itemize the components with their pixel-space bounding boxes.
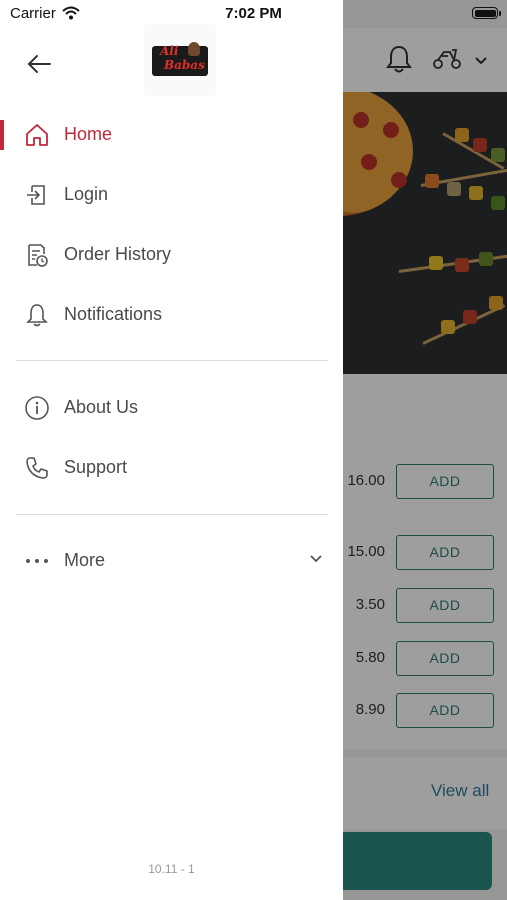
drawer-item-label: Login [64,184,109,204]
battery-cap [499,11,501,16]
navigation-drawer: Ali Babas Home Login Order History Notif… [0,0,343,900]
status-bar: Carrier 7:02 PM [0,0,507,28]
drawer-item-about-us[interactable]: About Us [0,379,343,435]
drawer-item-label: Support [64,457,128,477]
drawer-divider [16,360,328,361]
drawer-divider [16,514,328,515]
drawer-item-label: Notifications [64,304,163,324]
drawer-item-label: Home [64,124,113,144]
drawer-item-support[interactable]: Support [0,439,343,495]
phone-icon [26,457,48,479]
drawer-item-label: Order History [64,244,172,264]
clock: 7:02 PM [225,5,282,22]
bell-icon [26,304,48,327]
drawer-item-login[interactable]: Login [0,166,343,222]
logo-text-line2: Babas [164,58,205,72]
receipt-icon [28,244,48,267]
battery-icon [472,7,498,19]
info-icon [25,396,49,420]
drawer-item-order-history[interactable]: Order History [0,226,343,282]
logo-text-line1: Ali [160,44,179,58]
login-icon [27,185,45,205]
restaurant-logo: Ali Babas [144,24,216,96]
back-arrow-icon[interactable] [26,52,52,76]
home-icon [26,124,48,146]
drawer-item-label: More [64,550,106,570]
more-icon [26,559,48,563]
drawer-item-home[interactable]: Home [0,106,343,162]
drawer-item-label: About Us [64,397,139,417]
drawer-item-more[interactable]: More [0,532,343,588]
drawer-item-notifications[interactable]: Notifications [0,286,343,342]
chevron-down-icon[interactable] [308,552,324,566]
app-version: 10.11 - 1 [148,862,195,876]
